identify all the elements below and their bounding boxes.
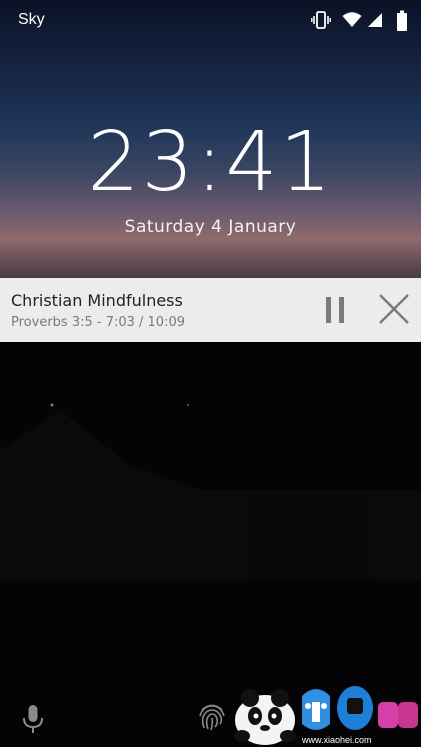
media-notification[interactable]: Christian Mindfulness Proverbs 3:5 - 7:0… [0, 278, 421, 342]
battery-icon [397, 10, 407, 31]
fingerprint-icon[interactable] [196, 700, 228, 732]
carrier-label: Sky [18, 11, 45, 28]
lock-screen: Sky 23:41 Saturday 4 January Christian M… [0, 0, 421, 747]
media-subtitle: Proverbs 3:5 - 7:03 / 10:09 [11, 315, 185, 330]
clock-time: 23:41 [87, 115, 334, 210]
signal-icon [368, 13, 382, 27]
status-bar: Sky [0, 0, 421, 42]
close-icon[interactable] [376, 292, 412, 328]
pause-icon[interactable] [318, 292, 354, 328]
microphone-icon[interactable] [20, 704, 46, 734]
vibrate-icon [311, 11, 331, 29]
roof-silhouette [0, 403, 421, 580]
watermark-text: www.xiaohei.com [302, 735, 372, 745]
wifi-icon [342, 12, 362, 27]
clock-date: Saturday 4 January [124, 217, 297, 237]
media-title: Christian Mindfulness [11, 291, 183, 310]
